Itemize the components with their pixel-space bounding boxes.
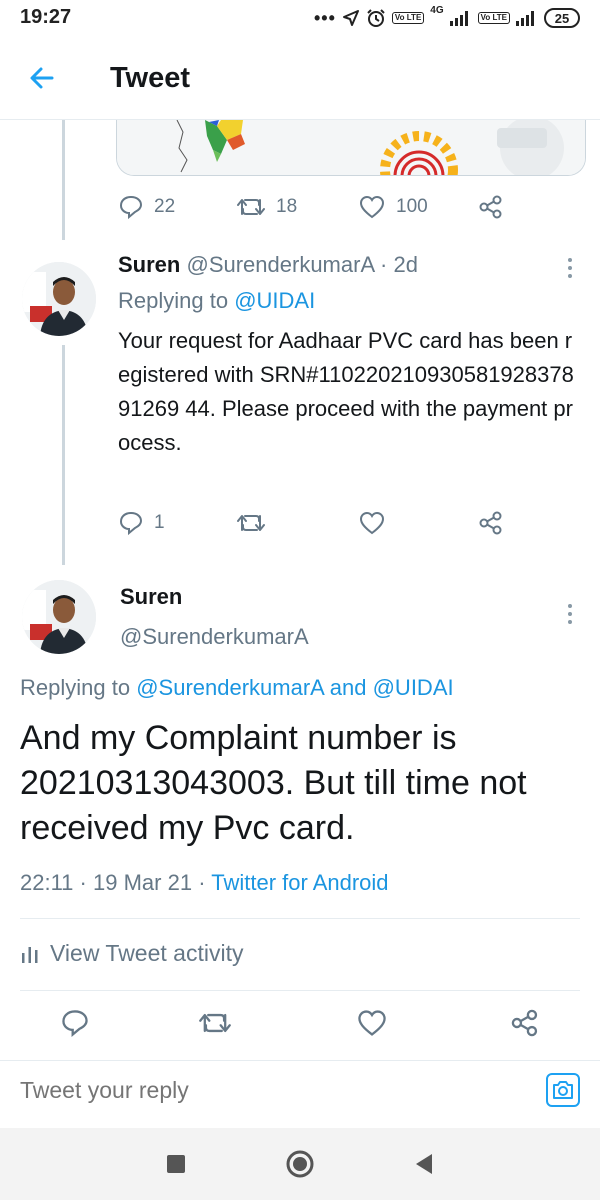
mention-link[interactable]: @UIDAI bbox=[373, 675, 454, 700]
heart-icon bbox=[358, 1010, 386, 1036]
back-nav-button[interactable] bbox=[408, 1148, 440, 1180]
volte-icon-2: Vo LTE bbox=[477, 12, 510, 24]
replying-prefix: Replying to bbox=[20, 675, 131, 700]
status-time: 19:27 bbox=[20, 6, 72, 28]
home-button[interactable] bbox=[284, 1148, 316, 1180]
tweet-source-link[interactable]: Twitter for Android bbox=[211, 870, 388, 895]
analytics-icon bbox=[22, 946, 38, 963]
reply-input[interactable] bbox=[20, 1077, 520, 1104]
retweet-icon bbox=[237, 199, 265, 215]
author-name[interactable]: Suren bbox=[118, 252, 180, 277]
like-button[interactable] bbox=[356, 1008, 388, 1038]
location-icon bbox=[342, 10, 359, 26]
volte-icon: Vo LTE bbox=[391, 12, 425, 24]
view-tweet-activity-button[interactable]: View Tweet activity bbox=[20, 940, 243, 967]
thread-line-top bbox=[62, 120, 65, 240]
mention-link[interactable]: @SurenderkumarA bbox=[136, 675, 323, 700]
share-icon bbox=[511, 1009, 538, 1037]
separator-dot: · bbox=[79, 870, 87, 895]
more-notifications-icon: ••• bbox=[314, 7, 336, 28]
reply-button[interactable] bbox=[60, 1008, 90, 1038]
tweet-text: Your request for Aadhaar PVC card has be… bbox=[118, 328, 574, 455]
page-title: Tweet bbox=[110, 62, 191, 94]
main-tweet-actions bbox=[0, 1008, 600, 1040]
retweet-button[interactable] bbox=[236, 510, 266, 536]
reply-author-line: Suren @SurenderkumarA · 2d bbox=[118, 252, 418, 278]
avatar[interactable] bbox=[22, 262, 96, 336]
replying-to: Replying to @UIDAI bbox=[118, 288, 315, 314]
aadhaar-map-image bbox=[117, 120, 585, 175]
author-handle[interactable]: @SurenderkumarA bbox=[186, 252, 373, 277]
recents-button[interactable] bbox=[160, 1148, 192, 1180]
share-button[interactable] bbox=[478, 194, 504, 220]
app-bar: Tweet bbox=[0, 36, 600, 120]
signal-strength-icon bbox=[449, 11, 468, 26]
share-icon bbox=[479, 511, 502, 535]
replying-to: Replying to @SurenderkumarA and @UIDAI bbox=[20, 675, 454, 701]
more-options-icon[interactable] bbox=[560, 604, 580, 624]
back-button[interactable] bbox=[22, 58, 62, 98]
reply-button[interactable]: 1 bbox=[118, 510, 165, 536]
reply-count: 22 bbox=[154, 196, 176, 217]
reply-icon bbox=[119, 195, 143, 220]
reply-composer bbox=[0, 1060, 600, 1126]
heart-icon bbox=[359, 195, 385, 219]
network-type-label: 4G bbox=[430, 5, 444, 16]
avatar[interactable] bbox=[22, 580, 96, 654]
tweet-meta: 22:11 · 19 Mar 21 · Twitter for Android bbox=[20, 870, 389, 896]
status-icons: ••• Vo LTE 4G Vo LTE 25 bbox=[314, 5, 580, 31]
profile-photo bbox=[22, 262, 96, 336]
tweet-date: 19 Mar 21 bbox=[93, 870, 193, 895]
share-icon bbox=[479, 195, 502, 219]
divider bbox=[20, 918, 580, 919]
replying-prefix: Replying to bbox=[118, 288, 229, 313]
thread-line-reply bbox=[62, 345, 65, 565]
circle-icon bbox=[286, 1150, 314, 1178]
signal-strength-icon-2 bbox=[516, 11, 534, 26]
alarm-icon bbox=[367, 9, 385, 27]
activity-label: View Tweet activity bbox=[50, 940, 244, 966]
share-button[interactable] bbox=[510, 1008, 540, 1038]
retweet-icon bbox=[199, 1013, 231, 1033]
retweet-count: 18 bbox=[276, 196, 298, 217]
author-name[interactable]: Suren bbox=[120, 584, 182, 610]
divider bbox=[20, 990, 580, 991]
reply-tweet-actions: 1 bbox=[118, 510, 588, 538]
camera-icon bbox=[553, 1081, 573, 1099]
retweet-icon bbox=[237, 515, 265, 531]
heart-icon bbox=[359, 511, 385, 535]
share-button[interactable] bbox=[478, 510, 504, 536]
reply-icon bbox=[119, 511, 143, 536]
tweet-time: 22:11 bbox=[20, 870, 74, 895]
top-tweet-actions: 22 18 100 bbox=[118, 194, 588, 222]
arrow-left-icon bbox=[30, 67, 54, 89]
tweet-text: And my Complaint number is 2021031304300… bbox=[20, 719, 527, 847]
separator-dot: · bbox=[198, 870, 206, 895]
triangle-back-icon bbox=[416, 1154, 432, 1174]
reply-button[interactable]: 22 bbox=[118, 194, 175, 220]
replying-and[interactable]: and bbox=[330, 675, 367, 700]
system-nav-bar bbox=[0, 1128, 600, 1200]
retweet-button[interactable]: 18 bbox=[236, 194, 297, 220]
mention-link[interactable]: @UIDAI bbox=[234, 288, 315, 313]
tweet-age: 2d bbox=[393, 252, 418, 277]
tweet-media-image[interactable] bbox=[116, 120, 586, 176]
status-bar: 19:27 ••• Vo LTE 4G Vo LTE 25 bbox=[0, 0, 600, 36]
reply-count: 1 bbox=[154, 512, 165, 533]
like-button[interactable] bbox=[358, 510, 386, 536]
reply-icon bbox=[62, 1010, 88, 1038]
like-button[interactable]: 100 bbox=[358, 194, 428, 220]
more-options-icon[interactable] bbox=[560, 258, 580, 278]
separator-dot: · bbox=[380, 252, 388, 277]
profile-photo bbox=[22, 580, 96, 654]
author-handle[interactable]: @SurenderkumarA bbox=[120, 624, 309, 650]
like-count: 100 bbox=[396, 196, 428, 217]
camera-button[interactable] bbox=[546, 1073, 580, 1107]
retweet-button[interactable] bbox=[198, 1008, 232, 1038]
battery-indicator: 25 bbox=[544, 8, 580, 28]
square-icon bbox=[167, 1155, 185, 1173]
